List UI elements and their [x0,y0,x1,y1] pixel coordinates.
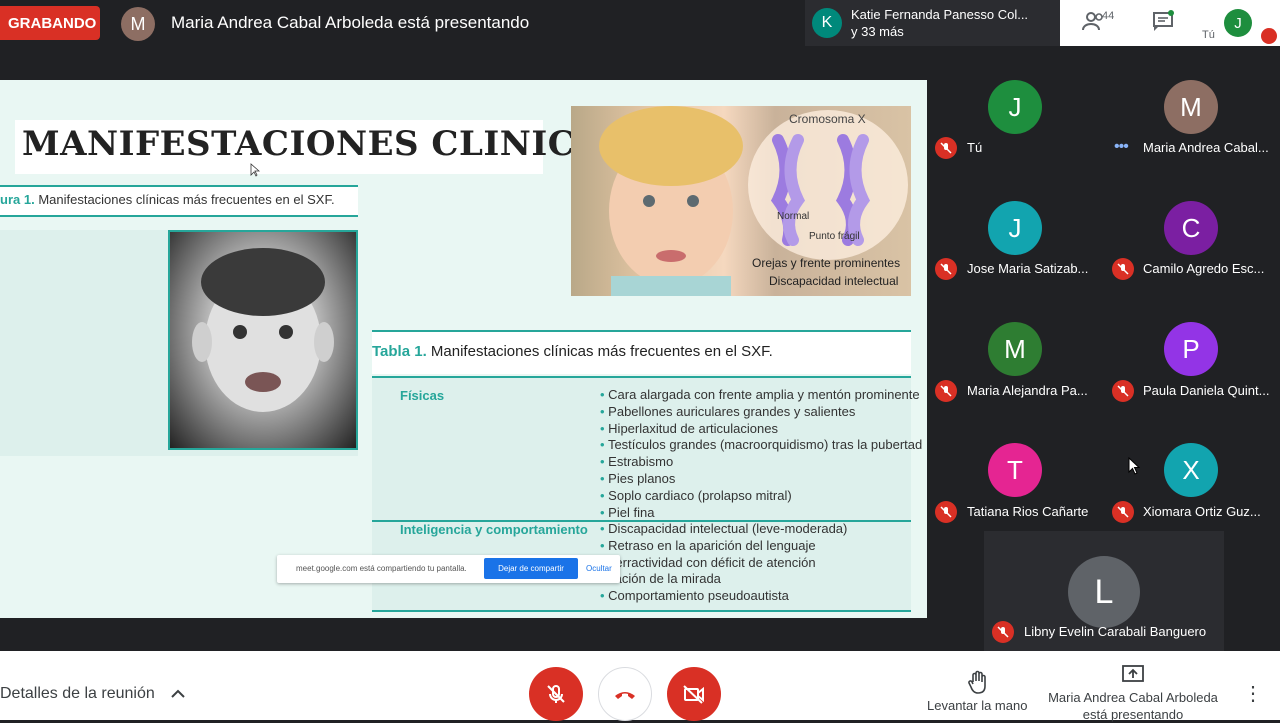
participant-avatar[interactable]: T [988,443,1042,497]
list-item: Hiperlaxitud de articulaciones [600,421,922,438]
mic-off-icon [1112,380,1134,402]
hide-share-bar-link[interactable]: Ocultar [586,564,612,573]
list-item: Estrabismo [600,454,922,471]
mouse-cursor-icon [250,163,260,177]
category-behavior: Inteligencia y comportamiento [400,522,588,537]
camera-toggle-button[interactable] [667,667,721,721]
raise-hand-label: Levantar la mano [927,698,1028,713]
mic-off-icon [935,380,957,402]
participant-avatar[interactable]: L [1068,556,1140,628]
people-count: 44 [1102,10,1115,22]
mic-off-icon [935,501,957,523]
participant-name: Libny Evelin Carabali Banguero [1024,624,1207,639]
chromosome-title: Cromosoma X [789,112,866,126]
list-item: Discapacidad intelectual (leve-moderada) [600,521,847,538]
participant-name: Tatiana Rios Cañarte [967,504,1089,519]
category-physical: Físicas [400,388,445,403]
notification-line1: Katie Fernanda Panesso Col... [851,7,1029,22]
participant-avatar[interactable]: M [1164,80,1218,134]
recording-badge: GRABANDO [0,6,100,40]
participant-avatar[interactable]: J [988,201,1042,255]
chromosome-normal-label: Normal [777,211,810,222]
presenting-status-label: Maria Andrea Cabal Arboleda está present… [1048,690,1218,722]
participant-name: Jose Maria Satizab... [967,261,1089,276]
list-item: Testículos grandes (macroorquidismo) tra… [600,437,922,454]
stop-sharing-button[interactable]: Dejar de compartir [484,558,578,579]
more-options-icon[interactable]: ⋮ [1243,681,1263,706]
share-notice-text: meet.google.com está compartiendo tu pan… [296,564,467,573]
participant-avatar[interactable]: M [988,322,1042,376]
chevron-up-icon[interactable] [171,689,185,699]
mic-off-icon [1112,501,1134,523]
mic-off-icon [992,621,1014,643]
figure-label: ura 1. [0,192,35,207]
participant-avatar[interactable]: J [988,80,1042,134]
recording-label: GRABANDO [8,14,97,32]
self-avatar[interactable]: J [1224,9,1252,37]
list-item: Cara alargada con frente amplia y mentón… [600,387,922,404]
list-item: Pies planos [600,471,922,488]
meeting-details-button[interactable]: Detalles de la reunión [0,685,155,703]
chromosome-fragile-label: Punto frágil [809,231,860,242]
table-title: Tabla 1. Manifestaciones clínicas más fr… [372,343,773,360]
chat-icon[interactable] [1152,10,1180,34]
notification-line2: y 33 más [851,24,904,39]
physical-items-list: Cara alargada con frente amplia y mentón… [600,387,922,521]
list-item: Soplo cardiaco (prolapso mitral) [600,488,922,505]
participant-name: Maria Alejandra Pa... [967,383,1088,398]
mic-off-icon [935,258,957,280]
figure-caption-text: Manifestaciones clínicas más frecuentes … [38,192,335,207]
mic-off-icon [1112,258,1134,280]
presenter-avatar: M [121,7,155,41]
list-item: Piel fina [600,505,922,522]
shared-slide: MANIFESTACIONES CLINICAS ura 1. Manifest… [0,80,927,618]
figure-caption: ura 1. Manifestaciones clínicas más frec… [0,192,335,207]
raise-hand-icon[interactable] [967,670,991,696]
mouse-cursor-icon [1128,457,1140,475]
notification-text: Katie Fernanda Panesso Col... y 33 más [851,6,1051,40]
you-label: Tú [1202,29,1215,41]
slide-title: MANIFESTACIONES CLINICAS [22,124,628,164]
photo-caption-1: Orejas y frente prominentes [752,256,901,270]
speaking-indicator-icon: ••• [1114,138,1129,155]
participant-name: Maria Andrea Cabal... [1143,140,1269,155]
list-item: Pabellones auriculares grandes y salient… [600,404,922,421]
participant-name: Paula Daniela Quint... [1143,383,1270,398]
participant-name: Tú [967,140,983,155]
mic-off-icon [935,137,957,159]
participant-avatar[interactable]: P [1164,322,1218,376]
stop-sharing-label: Dejar de compartir [498,564,564,573]
camera-off-icon [683,685,704,704]
participant-avatar[interactable]: C [1164,201,1218,255]
mic-off-icon [547,685,565,703]
self-mic-off-icon [1261,28,1277,44]
mic-toggle-button[interactable] [529,667,583,721]
hang-up-icon [615,692,635,699]
list-item: Comportamiento pseudoautista [600,588,847,605]
photo-caption-2: Discapacidad intelectual [769,274,899,288]
present-screen-icon[interactable] [1122,665,1144,685]
participant-avatar[interactable]: X [1164,443,1218,497]
table-label: Tabla 1. [372,343,427,360]
participant-name: Camilo Agredo Esc... [1143,261,1265,276]
table-caption: Manifestaciones clínicas más frecuentes … [430,343,773,360]
participant-name: Xiomara Ortiz Guz... [1143,504,1261,519]
list-item: perractividad con déficit de atención [600,555,847,572]
presenter-status-text: Maria Andrea Cabal Arboleda está present… [171,13,530,32]
behavior-items-list: Discapacidad intelectual (leve-moderada)… [600,521,847,605]
list-item: Retraso en la aparición del lenguaje [600,538,847,555]
leave-call-button[interactable] [598,667,652,721]
child-bw-photo [168,230,358,450]
list-item: itación de la mirada [600,571,847,588]
notification-avatar: K [812,8,842,38]
